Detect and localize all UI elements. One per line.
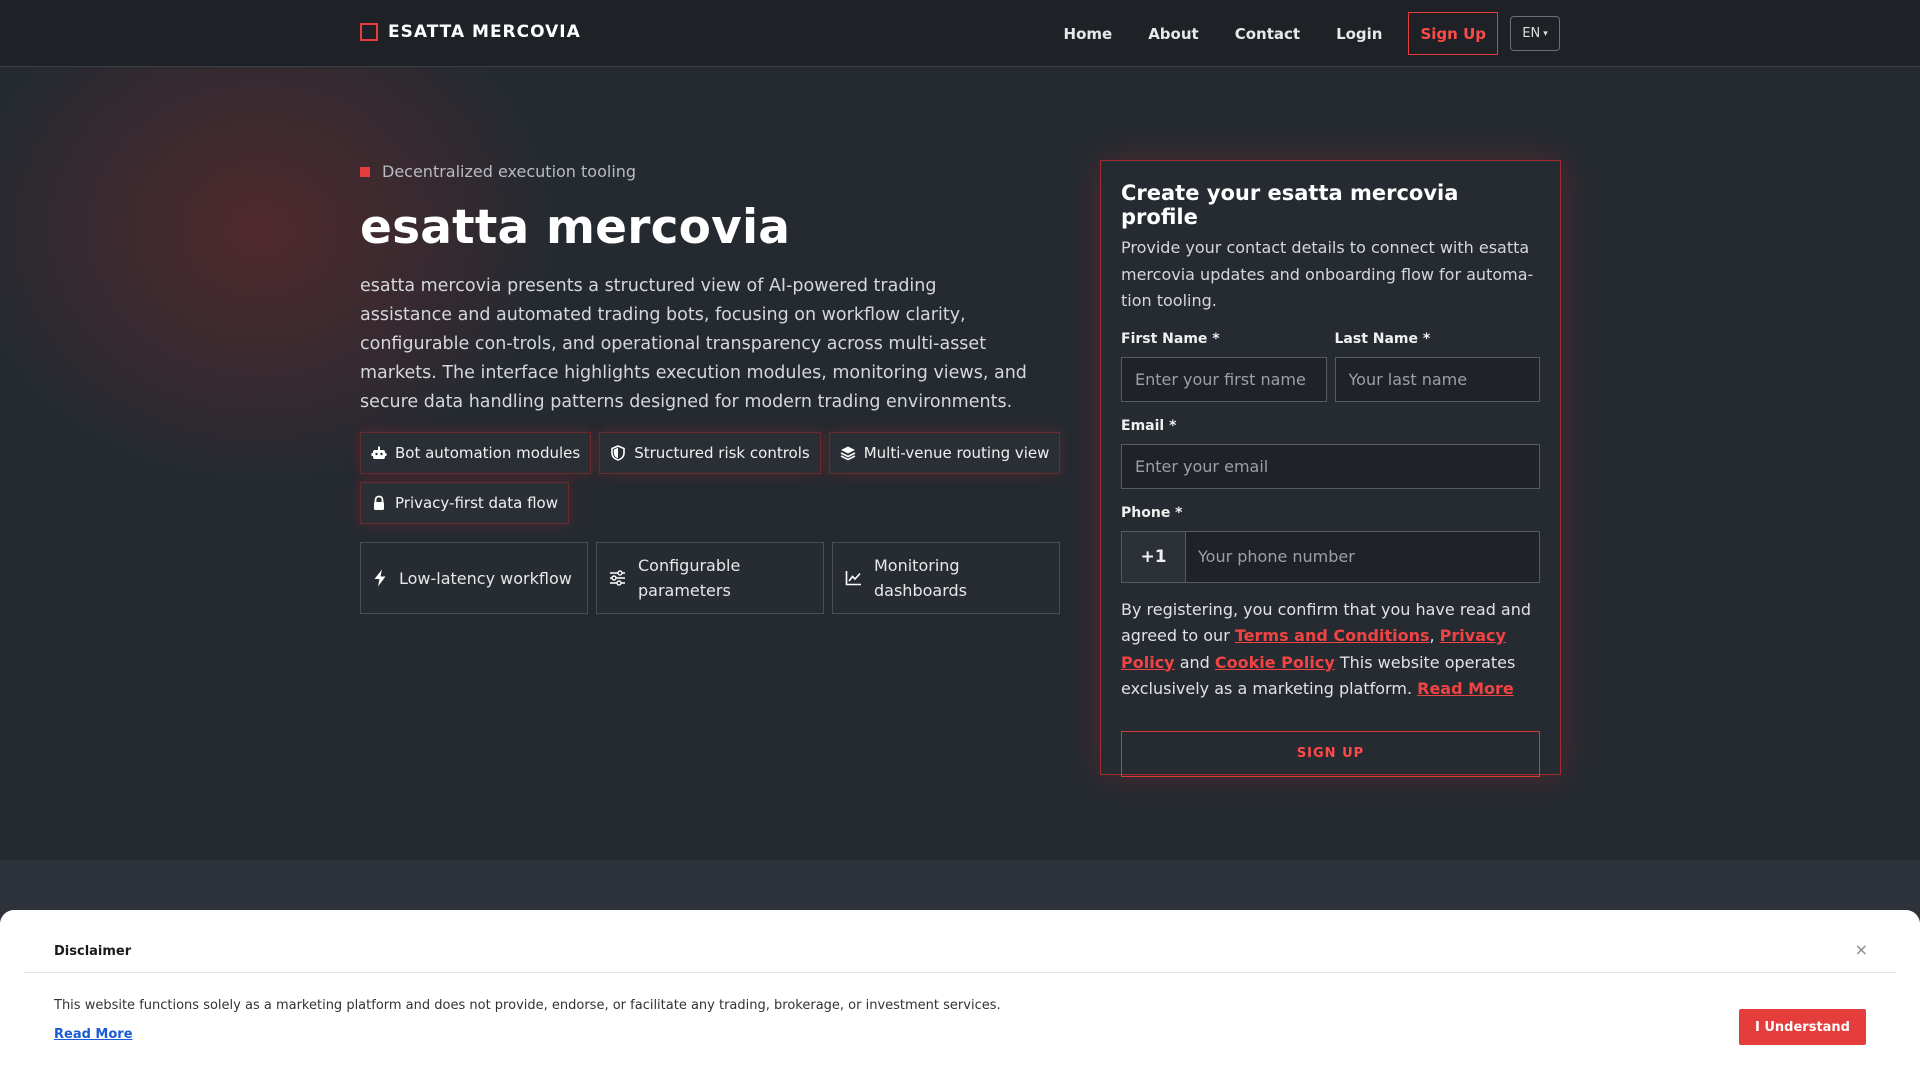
email-label: Email * bbox=[1121, 417, 1177, 434]
eyebrow-text: Decentralized execution tooling bbox=[382, 162, 637, 181]
nav-home[interactable]: Home bbox=[1064, 25, 1113, 43]
card-label: Monitoring dashboards bbox=[874, 556, 967, 600]
brand-square-icon bbox=[360, 23, 378, 41]
nav-about[interactable]: About bbox=[1148, 25, 1199, 43]
eyebrow-square-icon bbox=[360, 166, 370, 177]
chip-label: Multi-venue routing view bbox=[863, 444, 1050, 462]
form-subtitle: Provide your contact details to connect … bbox=[1121, 238, 1534, 310]
close-icon[interactable]: × bbox=[1855, 940, 1868, 959]
robot-icon bbox=[371, 446, 387, 459]
first-name-group: First Name * bbox=[1121, 331, 1327, 402]
first-name-field[interactable] bbox=[1121, 356, 1327, 402]
layers-icon bbox=[840, 446, 856, 461]
chip-privacy: Privacy-first data flow bbox=[360, 482, 569, 524]
card-monitoring: Monitoring dashboards bbox=[832, 542, 1060, 614]
email-group: Email * bbox=[1121, 418, 1540, 489]
disclaimer-divider bbox=[24, 972, 1896, 973]
brand-logo[interactable]: ESATTA MERCOVIA bbox=[360, 22, 581, 42]
legal-comma: , bbox=[1429, 626, 1435, 645]
email-field[interactable] bbox=[1121, 443, 1540, 489]
phone-input-group: +1 bbox=[1121, 530, 1540, 583]
card-configurable: Configurable parameters bbox=[596, 542, 824, 614]
name-row: First Name * Last Name * bbox=[1121, 331, 1540, 402]
nav-login[interactable]: Login bbox=[1336, 25, 1382, 43]
disclaimer-banner: Disclaimer × This website functions sole… bbox=[0, 910, 1920, 1080]
lock-icon bbox=[374, 495, 384, 510]
hero-intro: esatta mercovia presents a structured vi… bbox=[360, 276, 1027, 412]
chevron-down-icon: ▾ bbox=[1543, 28, 1548, 39]
phone-country-code[interactable]: +1 bbox=[1122, 531, 1186, 582]
understand-button[interactable]: I Understand bbox=[1739, 1009, 1866, 1045]
sliders-icon bbox=[610, 570, 625, 586]
language-code: EN bbox=[1522, 26, 1541, 41]
chip-label: Privacy-first data flow bbox=[395, 494, 558, 512]
phone-label: Phone * bbox=[1121, 504, 1183, 521]
phone-field[interactable] bbox=[1186, 531, 1539, 582]
card-label: Configurable parameters bbox=[638, 556, 741, 600]
cookie-link[interactable]: Cookie Policy bbox=[1215, 653, 1335, 672]
chip-routing-view: Multi-venue routing view bbox=[828, 432, 1061, 474]
legal-and: and bbox=[1179, 652, 1210, 672]
chip-risk-controls: Structured risk controls bbox=[599, 432, 821, 474]
last-name-label: Last Name * bbox=[1334, 330, 1431, 347]
chip-label: Structured risk controls bbox=[634, 444, 810, 462]
nav-contact[interactable]: Contact bbox=[1235, 25, 1300, 43]
disclaimer-text: This website functions solely as a marke… bbox=[54, 998, 1001, 1013]
hero-eyebrow: Decentralized execution tooling bbox=[360, 162, 636, 181]
brand-name: ESATTA MERCOVIA bbox=[388, 22, 581, 42]
main-nav: Home About Contact Login Sign Up EN ▾ bbox=[1064, 12, 1560, 55]
signup-submit-button[interactable]: SIGN UP bbox=[1121, 730, 1540, 777]
disclaimer-read-more-link[interactable]: Read More bbox=[54, 1027, 133, 1042]
last-name-group: Last Name * bbox=[1334, 330, 1540, 402]
read-more-link[interactable]: Read More bbox=[1417, 679, 1514, 698]
top-header: ESATTA MERCOVIA Home About Contact Login… bbox=[0, 0, 1920, 67]
form-title: Create your esatta mercovia profile bbox=[1121, 181, 1459, 229]
chip-label: Bot automation modules bbox=[395, 444, 581, 462]
hero-title: esatta mercovia bbox=[360, 200, 791, 255]
chip-bot-automation: Bot automation modules bbox=[360, 432, 592, 474]
legal-text: By registering, you confirm that you hav… bbox=[1121, 597, 1540, 703]
last-name-field[interactable] bbox=[1334, 356, 1540, 402]
signup-form: Create your esatta mercovia profile Prov… bbox=[1100, 160, 1561, 777]
chart-line-icon bbox=[845, 571, 861, 586]
first-name-label: First Name * bbox=[1121, 330, 1220, 347]
hero-background bbox=[0, 0, 1920, 860]
terms-link[interactable]: Terms and Conditions bbox=[1235, 626, 1430, 645]
language-selector[interactable]: EN ▾ bbox=[1510, 16, 1560, 51]
phone-group: Phone * +1 bbox=[1121, 505, 1540, 583]
feature-cards: Low-latency workflow Configurable parame… bbox=[360, 542, 1060, 614]
card-label: Low-latency workflow bbox=[399, 568, 572, 588]
feature-chips: Bot automation modules Structured risk c… bbox=[360, 432, 1080, 524]
card-low-latency: Low-latency workflow bbox=[360, 542, 588, 614]
shield-icon bbox=[611, 445, 626, 461]
bolt-icon bbox=[374, 569, 386, 587]
disclaimer-title: Disclaimer bbox=[54, 944, 132, 959]
header-signup-button[interactable]: Sign Up bbox=[1408, 12, 1498, 55]
